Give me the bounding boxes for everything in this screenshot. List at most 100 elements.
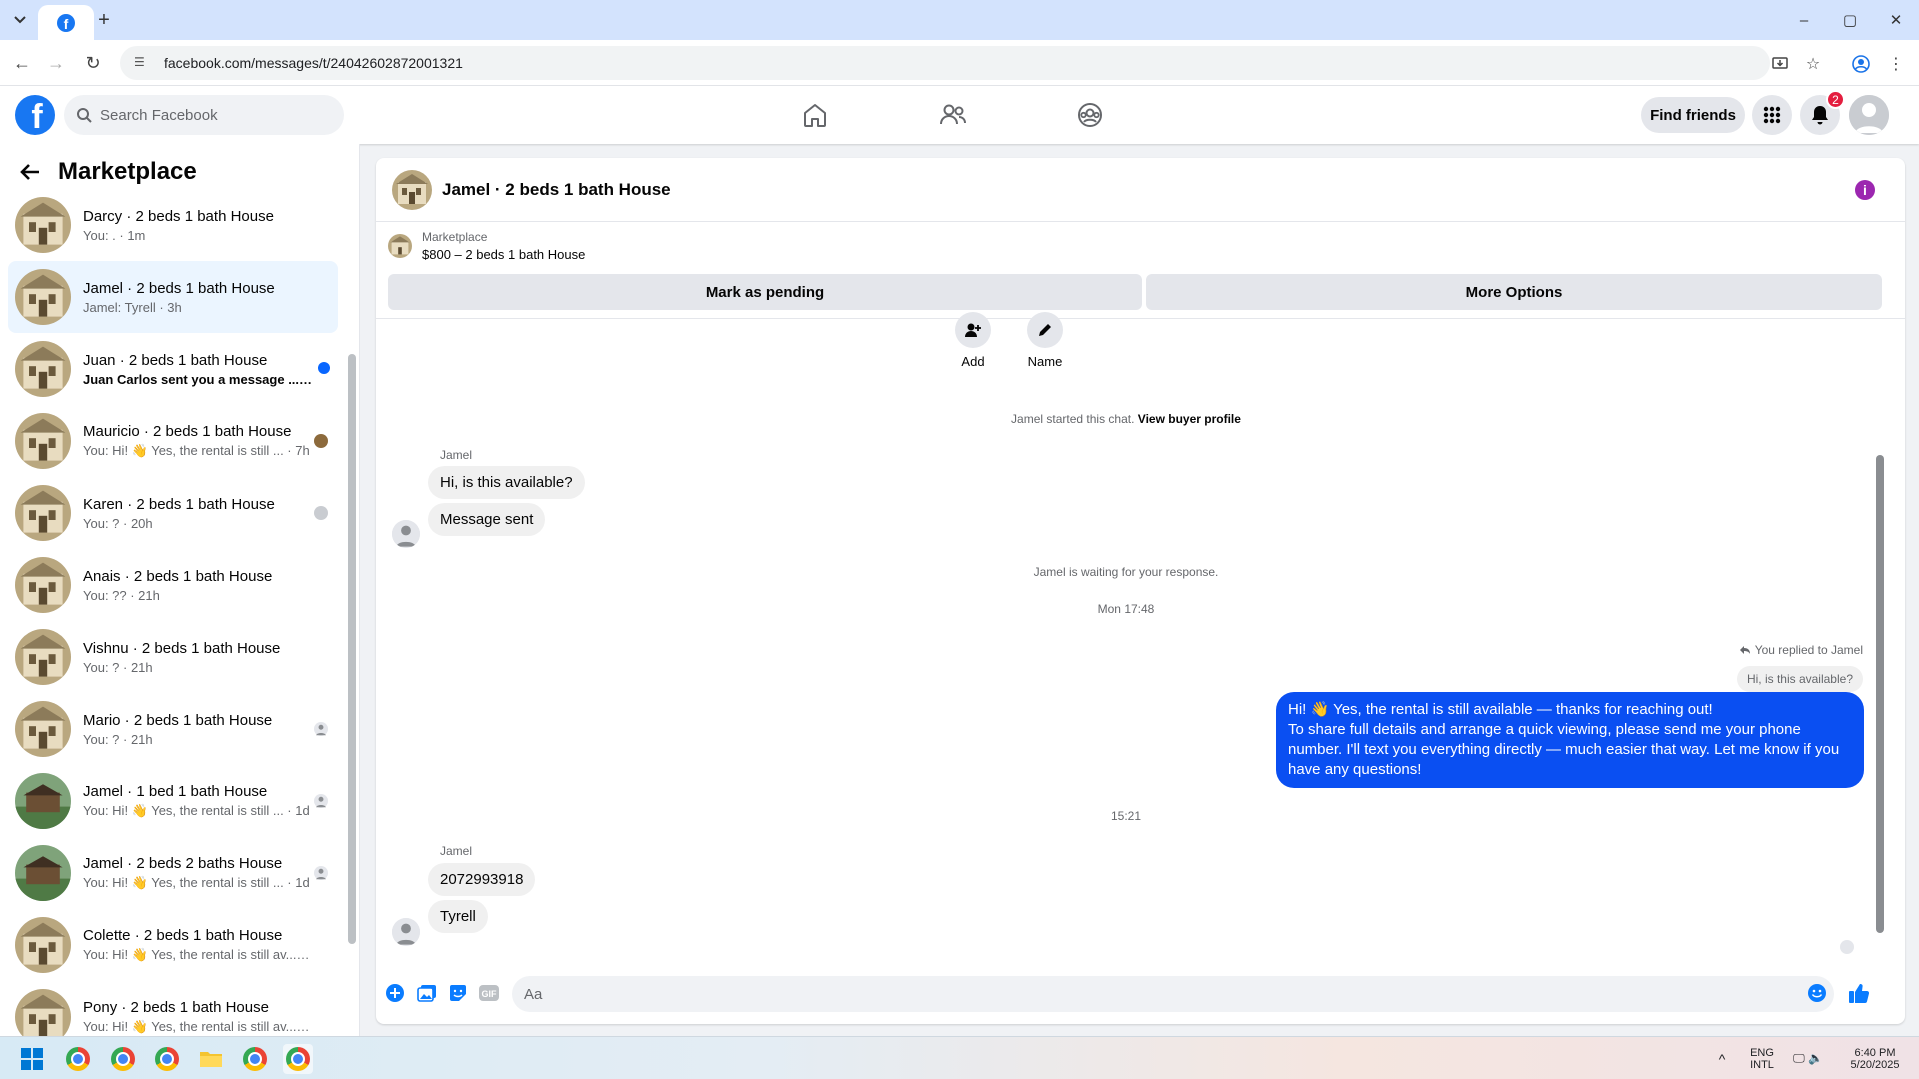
clock[interactable]: 6:40 PM 5/20/2025 <box>1838 1037 1912 1079</box>
edit-name-action[interactable]: Name <box>1015 312 1075 369</box>
view-buyer-profile-link[interactable]: View buyer profile <box>1138 412 1241 426</box>
listing-thumbnail[interactable] <box>392 169 432 210</box>
emoji-icon[interactable] <box>1806 982 1828 1004</box>
chrome-taskbar-icon[interactable] <box>240 1044 270 1074</box>
restore-button[interactable]: ▢ <box>1827 0 1873 40</box>
sidebar-scrollbar[interactable] <box>348 354 356 944</box>
reply-arrow-icon <box>1739 646 1750 654</box>
site-settings-icon[interactable]: ☰ <box>134 55 150 71</box>
conversation-thumbnail <box>15 341 71 397</box>
conversation-thumbnail <box>15 269 71 325</box>
conversation-thumbnail <box>15 629 71 685</box>
incoming-message[interactable]: Message sent <box>428 503 546 536</box>
language-indicator[interactable]: ENG INTL <box>1742 1037 1782 1079</box>
tab-search-chevron-icon[interactable] <box>8 8 32 32</box>
listing-small-thumbnail <box>388 234 412 258</box>
chrome-taskbar-icon-active[interactable] <box>283 1044 313 1074</box>
file-explorer-icon[interactable] <box>196 1044 226 1074</box>
install-app-icon[interactable] <box>1769 53 1791 75</box>
outgoing-line-1: Hi! 👋 Yes, the rental is still available… <box>1288 701 1713 718</box>
incoming-message[interactable]: 2072993918 <box>428 863 536 896</box>
profile-icon[interactable] <box>1850 53 1872 75</box>
conversation-title: Darcy · 2 beds 1 bath House <box>83 207 274 225</box>
quoted-message[interactable]: Hi, is this available? <box>1736 666 1863 692</box>
conversation-item[interactable]: Darcy · 2 beds 1 bath House You: . · 1m <box>8 189 338 261</box>
facebook-search-input[interactable]: Search Facebook <box>64 95 344 135</box>
facebook-logo-icon[interactable]: f <box>15 95 55 135</box>
sender-avatar[interactable] <box>392 520 420 548</box>
chrome-taskbar-icon[interactable] <box>152 1044 182 1074</box>
incoming-message[interactable]: Hi, is this available? <box>428 466 585 499</box>
seen-avatar <box>1840 940 1854 954</box>
add-contact-action[interactable]: Add <box>943 312 1003 369</box>
reply-indicator: You replied to Jamel <box>1739 643 1863 657</box>
plus-icon[interactable] <box>384 982 406 1004</box>
timestamp: 15:21 <box>1110 809 1142 823</box>
info-icon[interactable]: i <box>1855 180 1875 200</box>
sender-avatar[interactable] <box>392 918 420 946</box>
friends-icon[interactable] <box>933 96 973 134</box>
browser-address-bar: ← → ↻ ☰ facebook.com/messages/t/24042602… <box>0 40 1919 86</box>
new-tab-button[interactable]: + <box>92 8 116 32</box>
conversation-item[interactable]: Karen · 2 beds 1 bath House You: ? · 20h <box>8 477 338 549</box>
conversation-item[interactable]: Jamel · 1 bed 1 bath House You: Hi! 👋 Yes… <box>8 765 338 837</box>
url-field[interactable]: ☰ facebook.com/messages/t/24042602872001… <box>120 46 1770 80</box>
close-window-button[interactable]: ✕ <box>1873 0 1919 40</box>
reload-icon[interactable]: ↻ <box>82 52 104 74</box>
conversation-thumbnail <box>15 413 71 469</box>
photo-icon[interactable] <box>416 982 438 1004</box>
listing-card[interactable]: Marketplace $800 – 2 beds 1 bath House <box>388 230 585 262</box>
conversation-item[interactable]: Vishnu · 2 beds 1 bath House You: ? · 21h <box>8 621 338 693</box>
conversation-item[interactable]: Jamel · 2 beds 2 baths House You: Hi! 👋 Y… <box>8 837 338 909</box>
chat-scrollbar[interactable] <box>1876 455 1884 933</box>
sticker-icon[interactable] <box>447 982 469 1004</box>
minimize-button[interactable]: – <box>1781 0 1827 40</box>
back-arrow-icon[interactable]: ← <box>11 52 33 74</box>
forward-arrow-icon[interactable]: → <box>45 52 67 74</box>
conversation-item[interactable]: Juan · 2 beds 1 bath House Juan Carlos se… <box>8 333 338 405</box>
chat-started-notice: Jamel started this chat. View buyer prof… <box>1011 412 1241 426</box>
mark-as-pending-button[interactable]: Mark as pending <box>388 274 1142 310</box>
back-arrow-icon[interactable] <box>20 160 44 184</box>
windows-start-icon[interactable] <box>17 1044 47 1074</box>
conversation-title: Vishnu · 2 beds 1 bath House <box>83 639 281 657</box>
browser-menu-icon[interactable]: ⋮ <box>1885 53 1907 75</box>
conversation-item[interactable]: Jamel · 2 beds 1 bath House Jamel: Tyrell… <box>8 261 338 333</box>
chrome-taskbar-icon[interactable] <box>108 1044 138 1074</box>
network-volume-icon[interactable]: 🖵 🔈 <box>1788 1037 1828 1079</box>
conversation-title: Jamel · 2 beds 1 bath House <box>83 279 275 297</box>
conversation-thumbnail <box>15 485 71 541</box>
conversation-thumbnail <box>15 197 71 253</box>
groups-icon[interactable] <box>1070 96 1110 134</box>
menu-grid-icon[interactable] <box>1752 95 1792 135</box>
conversation-title: Karen · 2 beds 1 bath House <box>83 495 275 513</box>
facebook-header: f Search Facebook Find friends 2 <box>0 86 1919 144</box>
bookmark-star-icon[interactable]: ☆ <box>1802 53 1824 75</box>
outgoing-message[interactable]: Hi! 👋 Yes, the rental is still available… <box>1276 692 1864 788</box>
chat-panel: Jamel · 2 beds 1 bath House i Marketplac… <box>376 158 1905 1024</box>
svg-text:GIF: GIF <box>482 989 498 999</box>
message-input[interactable]: Aa <box>512 976 1834 1012</box>
conversation-preview: You: ? · 21h <box>83 731 153 747</box>
gif-icon[interactable]: GIF <box>478 982 500 1004</box>
unread-dot-icon <box>318 362 330 374</box>
message-composer: GIF Aa <box>376 962 1905 1022</box>
incoming-message[interactable]: Tyrell <box>428 900 488 933</box>
conversation-item[interactable]: Mauricio · 2 beds 1 bath House You: Hi! 👋… <box>8 405 338 477</box>
conversation-item[interactable]: Anais · 2 beds 1 bath House You: ?? · 21h <box>8 549 338 621</box>
like-thumb-icon[interactable] <box>1848 982 1870 1004</box>
browser-tab-facebook[interactable]: f <box>38 5 94 40</box>
conversation-item[interactable]: Colette · 2 beds 1 bath House You: Hi! 👋 … <box>8 909 338 981</box>
more-options-button[interactable]: More Options <box>1146 274 1882 310</box>
tray-chevron-icon[interactable]: ^ <box>1712 1037 1732 1079</box>
conversation-title: Mauricio · 2 beds 1 bath House <box>83 423 292 440</box>
conversation-item[interactable]: Pony · 2 beds 1 bath House You: Hi! 👋 Yes… <box>8 981 338 1036</box>
account-avatar[interactable] <box>1849 95 1889 135</box>
chrome-taskbar-icon[interactable] <box>63 1044 93 1074</box>
home-icon[interactable] <box>795 96 835 134</box>
conversation-thumbnail <box>15 845 71 901</box>
conversation-item[interactable]: Mario · 2 beds 1 bath House You: ? · 21h <box>8 693 338 765</box>
chat-header: Jamel · 2 beds 1 bath House i <box>376 158 1905 222</box>
find-friends-button[interactable]: Find friends <box>1641 97 1745 133</box>
seen-avatar-icon <box>314 434 328 448</box>
